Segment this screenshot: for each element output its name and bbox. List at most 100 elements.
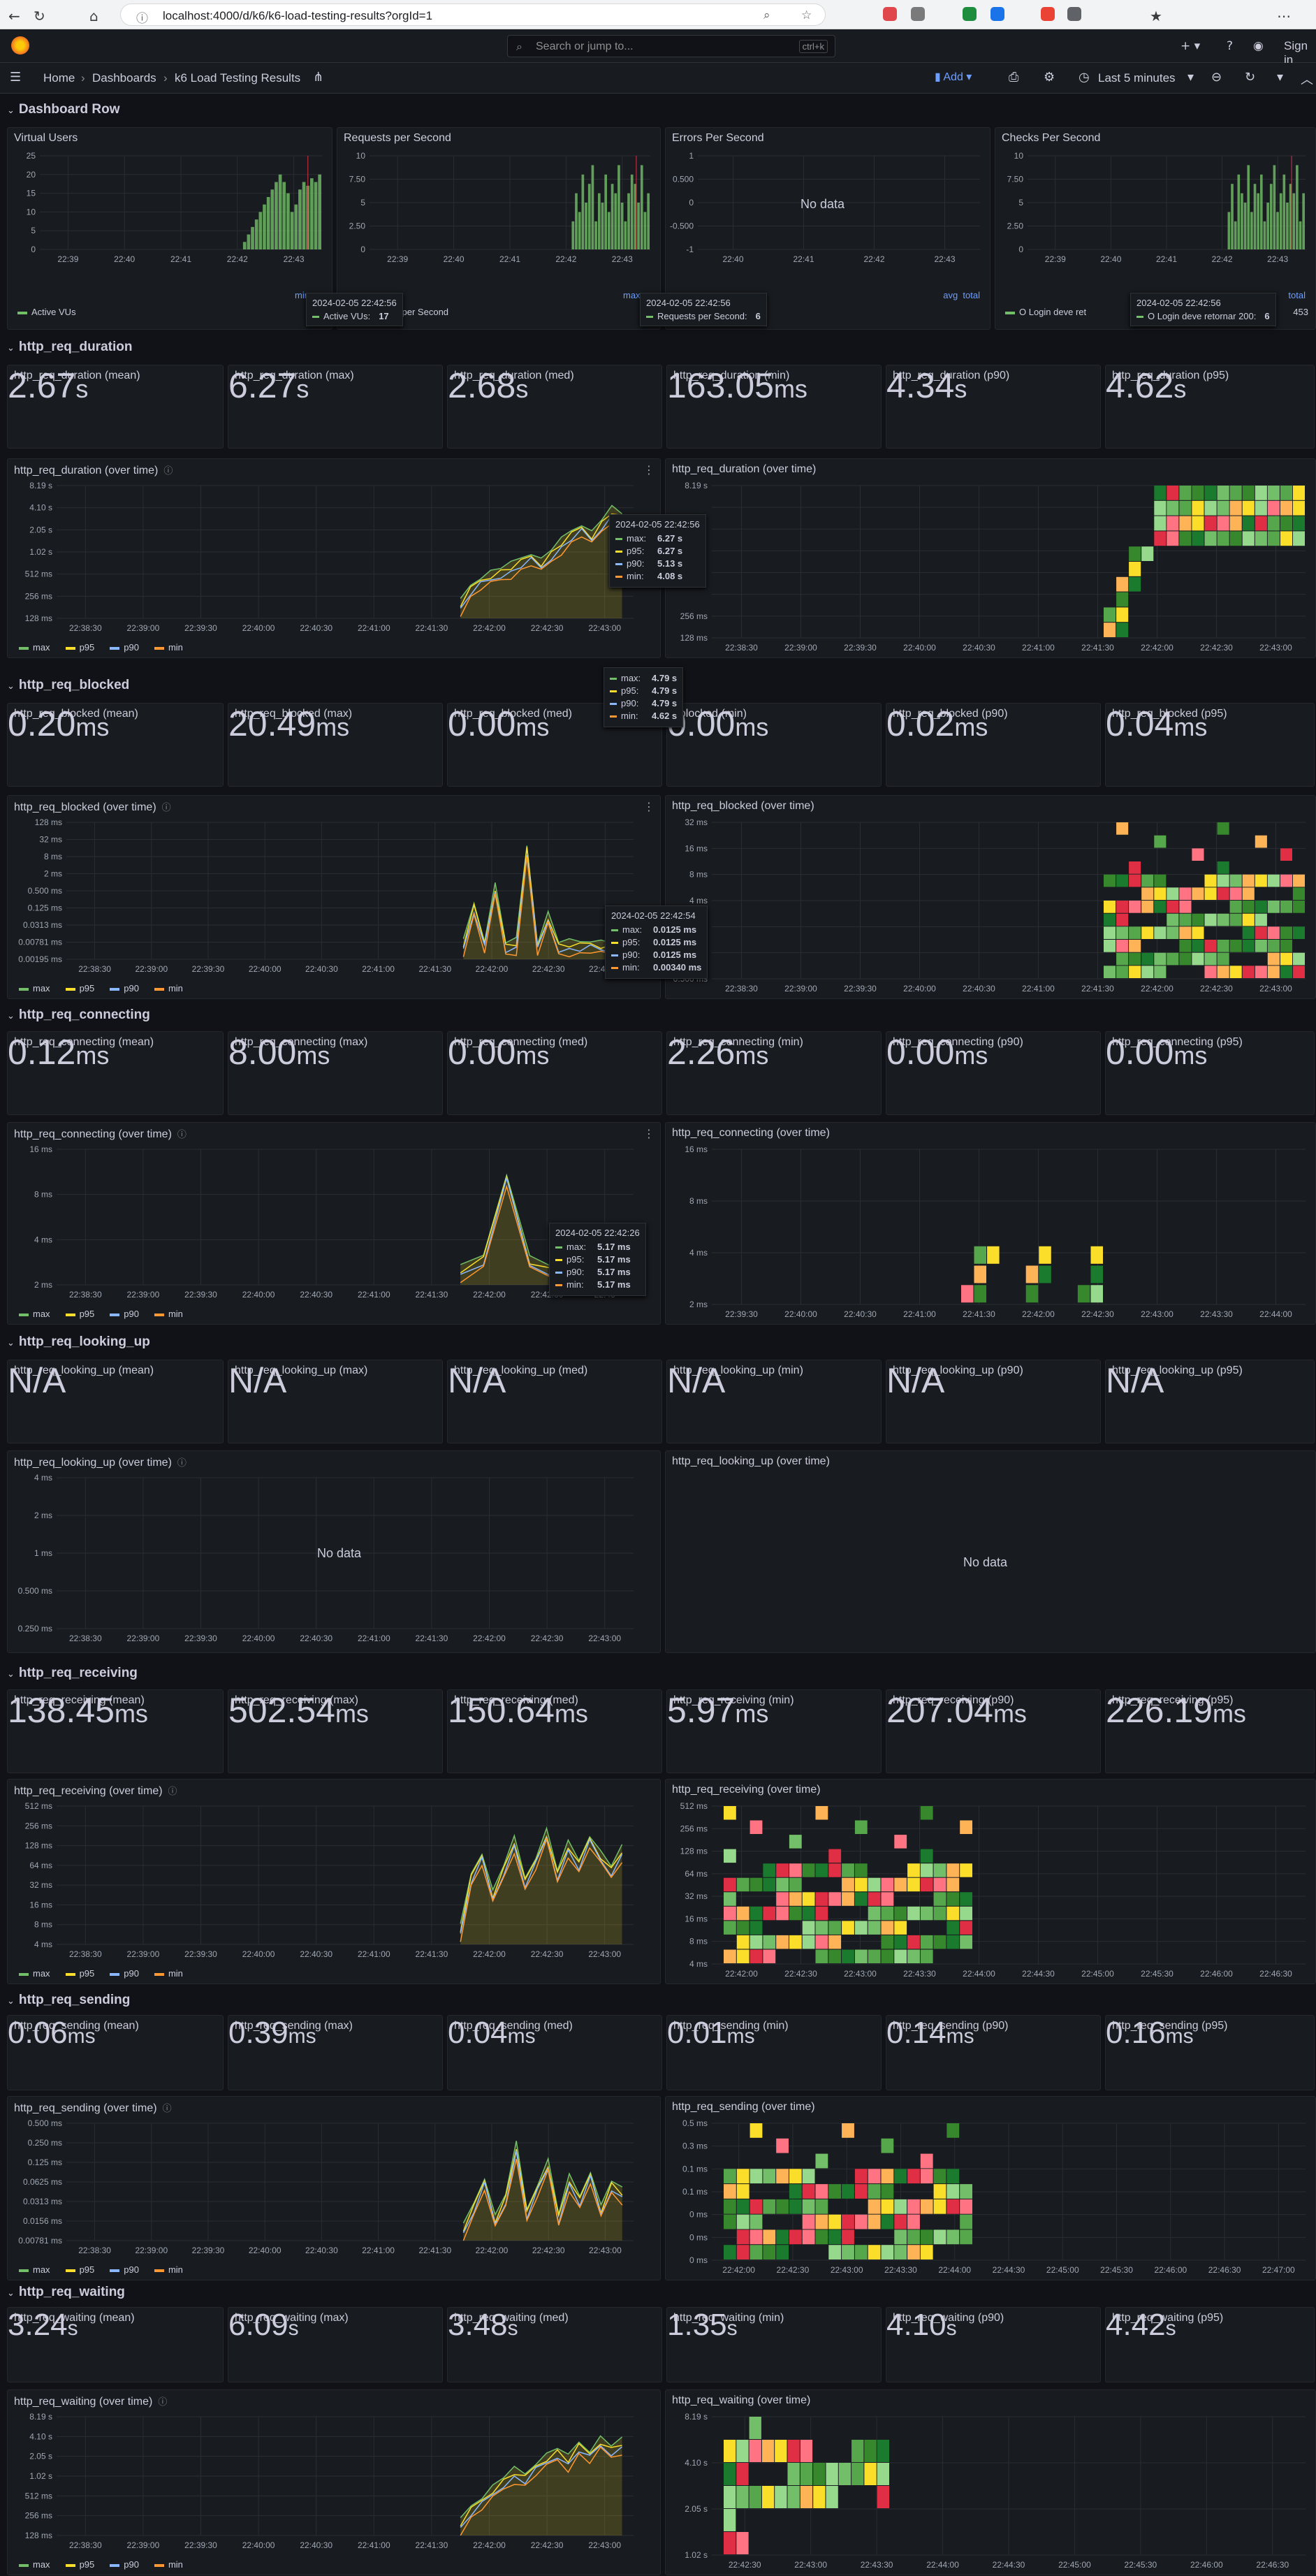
y-tick-label: 2 ms [44,869,62,879]
news-icon[interactable]: ◉ [1253,39,1264,53]
legend-item[interactable]: min [154,642,183,653]
legend-item[interactable]: min [154,2559,183,2570]
refresh-icon[interactable]: ↻ [1245,70,1255,85]
legend-item[interactable]: max [19,1309,50,1319]
info-icon[interactable]: ⓘ [158,2397,167,2408]
legend-item[interactable]: p95 [65,1968,94,1979]
panel-menu-icon[interactable]: ⋮ [643,463,655,476]
heatmap-cell [724,1877,736,1892]
menu-dots-icon[interactable]: ⋯ [1277,8,1291,24]
legend-item[interactable]: max [19,1968,50,1979]
share-icon[interactable]: ⋔ [313,70,323,85]
legend-item[interactable]: max [19,2264,50,2275]
row-header[interactable]: ⌄ http_req_waiting [7,2285,125,2300]
info-icon[interactable]: ⓘ [163,2104,172,2114]
legend-item[interactable]: p90 [110,2264,139,2275]
time-range-picker[interactable]: Last 5 minutes [1098,71,1176,85]
extension-icon[interactable] [1067,7,1081,21]
legend-label: min [168,983,183,994]
reload-icon[interactable]: ↻ [34,8,45,24]
heatmap-cell [776,1892,789,1906]
chevron-down-icon[interactable]: ⌄ [7,681,15,692]
breadcrumb-home[interactable]: Home [43,71,75,85]
back-icon[interactable]: ← [8,8,20,24]
refresh-interval-icon[interactable]: ▾ [1277,70,1283,85]
extension-icon[interactable] [883,7,897,21]
heatmap-cell [907,2229,920,2245]
legend-item[interactable]: p90 [110,2559,139,2570]
chevron-down-icon[interactable]: ⌄ [7,105,15,116]
info-icon[interactable]: ⓘ [163,466,173,476]
info-icon[interactable]: ⓘ [162,803,171,813]
extension-icon[interactable] [911,7,925,21]
row-header[interactable]: ⌄ http_req_duration [7,340,132,355]
row-header[interactable]: ⌄ http_req_blocked [7,678,129,693]
legend-item[interactable]: p90 [110,1309,139,1319]
favorite-icon[interactable]: ☆ [801,8,812,22]
row-header[interactable]: ⌄ http_req_sending [7,1993,130,2008]
row-header[interactable]: ⌄ http_req_connecting [7,1007,150,1023]
chevron-down-icon[interactable]: ⌄ [7,2288,15,2299]
legend-item[interactable]: Active VUs [17,307,76,317]
home-icon[interactable]: ⌂ [89,8,98,24]
legend-swatch [154,646,164,650]
legend-item[interactable]: min [154,983,183,994]
favorites-icon[interactable]: ★ [1150,8,1162,24]
info-icon[interactable]: ⓘ [168,1787,177,1797]
heatmap-svg: 8.19 s 256 ms 128 ms 22:38:30 22:39:00 22:39:… [680,481,1306,653]
extension-icon[interactable] [1041,7,1055,21]
legend-item[interactable]: min [154,2264,183,2275]
y-tick-label: 2 ms [34,1511,52,1520]
collapse-icon[interactable]: ︿ [1301,70,1313,88]
legend-columns[interactable]: avg total [943,290,980,300]
legend-item[interactable]: O Login deve ret [1005,307,1086,317]
row-header[interactable]: ⌄ Dashboard Row [7,102,120,117]
add-button[interactable]: ▮ Add ▾ [935,70,972,84]
panel-menu-icon[interactable]: ⋮ [643,800,655,813]
row-header[interactable]: ⌄ http_req_looking_up [7,1334,150,1350]
extension-icon[interactable] [990,7,1004,21]
stat-panel: http_req_looking_up (med) N/A [447,1360,662,1443]
chevron-down-icon[interactable]: ⌄ [7,1669,15,1680]
settings-icon[interactable]: ⚙ [1044,70,1055,85]
info-icon[interactable]: ⓘ [177,1458,187,1469]
menu-icon[interactable]: ☰ [10,70,21,85]
legend-item[interactable]: max [19,642,50,653]
legend-item[interactable]: min [154,1309,183,1319]
info-icon[interactable]: ⓘ [177,1130,187,1140]
legend-item[interactable]: p95 [65,642,94,653]
chevron-down-icon[interactable]: ⌄ [7,1996,15,2007]
grafana-logo-icon[interactable] [11,36,29,54]
save-icon[interactable]: ⎙ [1009,70,1018,85]
legend-item[interactable]: p90 [110,1968,139,1979]
extension-icon[interactable] [963,7,977,21]
zoom-icon[interactable]: ⌕ [763,8,770,22]
help-icon[interactable]: ? [1227,39,1233,53]
legend-item[interactable]: p95 [65,2264,94,2275]
breadcrumb-dashboards[interactable]: Dashboards [92,71,156,85]
clock-icon[interactable]: ◷ [1079,70,1090,85]
legend-item[interactable]: p90 [110,642,139,653]
legend-item[interactable]: max [19,2559,50,2570]
row-header[interactable]: ⌄ http_req_receiving [7,1666,138,1681]
legend-item[interactable]: max [19,983,50,994]
chevron-down-icon[interactable]: ⌄ [7,343,15,354]
search-input[interactable]: ⌕ Search or jump to... ctrl+k [507,35,835,57]
chevron-down-icon[interactable]: ⌄ [7,1011,15,1021]
plus-icon[interactable]: + ▾ [1180,39,1200,53]
legend-item[interactable]: p95 [65,983,94,994]
legend-item[interactable]: min [154,1968,183,1979]
chevron-down-icon[interactable]: ▾ [1187,70,1194,85]
zoom-out-icon[interactable]: ⊖ [1211,70,1222,85]
chevron-down-icon[interactable]: ⌄ [7,1338,15,1348]
site-info-icon[interactable]: ⓘ [136,8,148,26]
legend-item[interactable]: p90 [110,983,139,994]
legend-item[interactable]: p95 [65,1309,94,1319]
legend-item[interactable]: p95 [65,2559,94,2570]
heatmap-cell [877,2440,889,2462]
panel-menu-icon[interactable]: ⋮ [643,1127,655,1140]
heatmap-cell [815,2229,828,2245]
y-tick-label: 8.19 s [29,2412,52,2422]
url-bar[interactable]: ⓘ localhost:4000/d/k6/k6-load-testing-re… [120,3,826,26]
legend-columns[interactable]: total [1288,290,1306,300]
